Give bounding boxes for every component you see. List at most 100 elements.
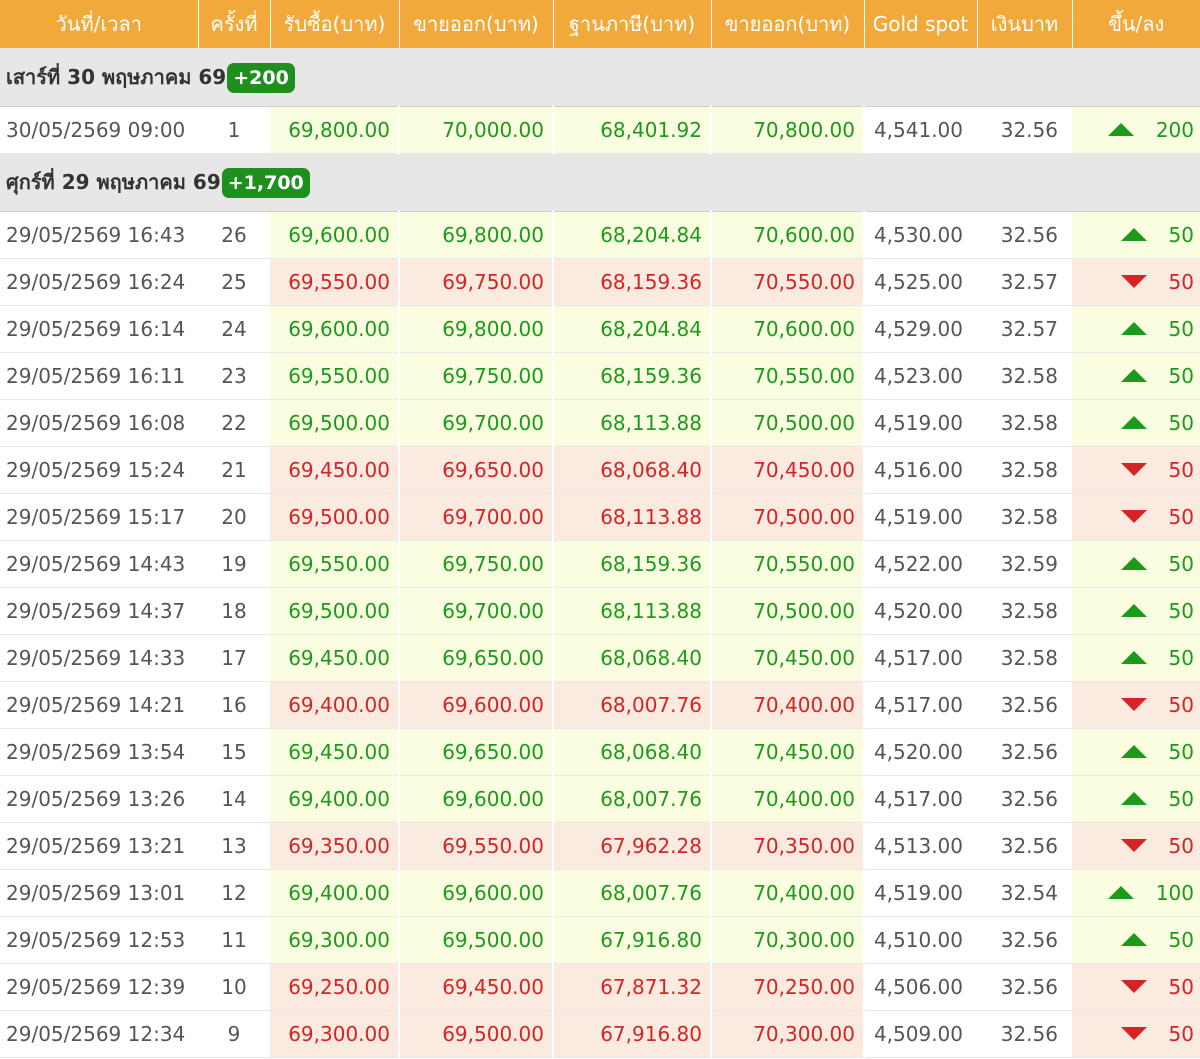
datetime-cell: 29/05/2569 16:24 bbox=[0, 258, 198, 306]
change-value: 50 bbox=[1168, 786, 1194, 811]
change-value: 100 bbox=[1155, 880, 1194, 905]
tax-base-cell: 68,007.76 bbox=[553, 775, 712, 823]
tax-base-cell: 68,068.40 bbox=[553, 634, 712, 682]
change-cell: 50 bbox=[1072, 963, 1200, 1011]
day-group-row: เสาร์ที่ 30 พฤษภาคม 69 +200 bbox=[0, 48, 1200, 107]
table-row: 29/05/2569 16:24 25 69,550.00 69,750.00 68,1… bbox=[0, 258, 1200, 306]
header-thb[interactable]: เงินบาท bbox=[977, 0, 1073, 48]
datetime-cell: 29/05/2569 13:26 bbox=[0, 775, 198, 823]
table-row: 29/05/2569 12:39 10 69,250.00 69,450.00 67,8… bbox=[0, 963, 1200, 1011]
buy-price-cell: 69,350.00 bbox=[270, 822, 400, 870]
round-cell: 13 bbox=[198, 822, 270, 870]
tax-base-cell: 68,401.92 bbox=[553, 106, 712, 154]
gold-spot-cell: 4,530.00 bbox=[864, 211, 977, 259]
gold-spot-cell: 4,541.00 bbox=[864, 106, 977, 154]
header-change[interactable]: ขึ้น/ลง bbox=[1072, 0, 1200, 48]
header-sell[interactable]: ขายออก(บาท) bbox=[399, 0, 554, 48]
round-cell: 21 bbox=[198, 446, 270, 494]
gold-spot-cell: 4,520.00 bbox=[864, 587, 977, 635]
arrow-up-icon bbox=[1120, 603, 1147, 617]
tax-base-cell: 68,007.76 bbox=[553, 869, 712, 917]
datetime-cell: 29/05/2569 12:39 bbox=[0, 963, 198, 1011]
tax-base-cell: 68,159.36 bbox=[553, 352, 712, 400]
thb-rate-cell: 32.56 bbox=[977, 1010, 1072, 1058]
gold-price-history-table: วันที่/เวลา ครั้งที่ รับซื้อ(บาท) ขายออก… bbox=[0, 0, 1200, 1058]
round-cell: 17 bbox=[198, 634, 270, 682]
arrow-up-icon bbox=[1120, 368, 1147, 382]
change-value: 50 bbox=[1168, 269, 1194, 294]
gold-spot-cell: 4,517.00 bbox=[864, 681, 977, 729]
arrow-down-icon bbox=[1120, 979, 1147, 993]
sell-price-2-cell: 70,350.00 bbox=[711, 822, 865, 870]
day-group-cell: เสาร์ที่ 30 พฤษภาคม 69 +200 bbox=[0, 48, 1200, 107]
sell-price-2-cell: 70,550.00 bbox=[711, 352, 865, 400]
table-row: 29/05/2569 16:11 23 69,550.00 69,750.00 68,1… bbox=[0, 352, 1200, 400]
sell-price-cell: 69,550.00 bbox=[399, 822, 554, 870]
change-value: 50 bbox=[1168, 457, 1194, 482]
day-change-badge: +1,700 bbox=[221, 168, 310, 199]
change-cell: 50 bbox=[1072, 446, 1200, 494]
round-cell: 19 bbox=[198, 540, 270, 588]
gold-spot-cell: 4,520.00 bbox=[864, 728, 977, 776]
sell-price-cell: 69,600.00 bbox=[399, 681, 554, 729]
datetime-cell: 29/05/2569 13:54 bbox=[0, 728, 198, 776]
header-gold-spot[interactable]: Gold spot bbox=[864, 0, 978, 48]
tax-base-cell: 67,871.32 bbox=[553, 963, 712, 1011]
change-cell: 50 bbox=[1072, 399, 1200, 447]
change-cell: 50 bbox=[1072, 587, 1200, 635]
gold-spot-cell: 4,509.00 bbox=[864, 1010, 977, 1058]
round-cell: 26 bbox=[198, 211, 270, 259]
sell-price-cell: 69,650.00 bbox=[399, 634, 554, 682]
buy-price-cell: 69,600.00 bbox=[270, 211, 400, 259]
gold-spot-cell: 4,519.00 bbox=[864, 399, 977, 447]
tax-base-cell: 67,916.80 bbox=[553, 916, 712, 964]
tax-base-cell: 68,159.36 bbox=[553, 540, 712, 588]
gold-spot-cell: 4,519.00 bbox=[864, 869, 977, 917]
datetime-cell: 29/05/2569 12:53 bbox=[0, 916, 198, 964]
round-cell: 10 bbox=[198, 963, 270, 1011]
sell-price-2-cell: 70,450.00 bbox=[711, 728, 865, 776]
datetime-cell: 29/05/2569 13:01 bbox=[0, 869, 198, 917]
round-cell: 24 bbox=[198, 305, 270, 353]
sell-price-cell: 69,700.00 bbox=[399, 493, 554, 541]
datetime-cell: 29/05/2569 16:43 bbox=[0, 211, 198, 259]
header-sell-2[interactable]: ขายออก(บาท) bbox=[711, 0, 865, 48]
thb-rate-cell: 32.58 bbox=[977, 493, 1072, 541]
datetime-cell: 29/05/2569 14:33 bbox=[0, 634, 198, 682]
header-row: วันที่/เวลา ครั้งที่ รับซื้อ(บาท) ขายออก… bbox=[0, 0, 1200, 48]
sell-price-2-cell: 70,300.00 bbox=[711, 916, 865, 964]
tax-base-cell: 68,113.88 bbox=[553, 587, 712, 635]
header-datetime[interactable]: วันที่/เวลา bbox=[0, 0, 199, 48]
thb-rate-cell: 32.58 bbox=[977, 587, 1072, 635]
sell-price-cell: 69,750.00 bbox=[399, 540, 554, 588]
buy-price-cell: 69,450.00 bbox=[270, 446, 400, 494]
gold-spot-cell: 4,517.00 bbox=[864, 775, 977, 823]
sell-price-2-cell: 70,500.00 bbox=[711, 399, 865, 447]
thb-rate-cell: 32.57 bbox=[977, 258, 1072, 306]
tax-base-cell: 68,204.84 bbox=[553, 305, 712, 353]
arrow-up-icon bbox=[1120, 556, 1147, 570]
change-value: 50 bbox=[1168, 410, 1194, 435]
gold-spot-cell: 4,513.00 bbox=[864, 822, 977, 870]
header-buy[interactable]: รับซื้อ(บาท) bbox=[270, 0, 400, 48]
sell-price-cell: 69,500.00 bbox=[399, 1010, 554, 1058]
table-row: 29/05/2569 13:21 13 69,350.00 69,550.00 67,9… bbox=[0, 822, 1200, 870]
thb-rate-cell: 32.58 bbox=[977, 634, 1072, 682]
change-value: 50 bbox=[1168, 927, 1194, 952]
change-value: 50 bbox=[1168, 222, 1194, 247]
sell-price-cell: 69,750.00 bbox=[399, 352, 554, 400]
buy-price-cell: 69,450.00 bbox=[270, 728, 400, 776]
round-cell: 1 bbox=[198, 106, 270, 154]
gold-spot-cell: 4,510.00 bbox=[864, 916, 977, 964]
arrow-up-icon bbox=[1107, 122, 1134, 136]
gold-spot-cell: 4,522.00 bbox=[864, 540, 977, 588]
datetime-cell: 29/05/2569 16:11 bbox=[0, 352, 198, 400]
table-row: 29/05/2569 14:33 17 69,450.00 69,650.00 68,0… bbox=[0, 634, 1200, 682]
header-tax-base[interactable]: ฐานภาษี(บาท) bbox=[553, 0, 712, 48]
gold-spot-cell: 4,525.00 bbox=[864, 258, 977, 306]
gold-spot-cell: 4,506.00 bbox=[864, 963, 977, 1011]
sell-price-cell: 69,700.00 bbox=[399, 587, 554, 635]
arrow-down-icon bbox=[1120, 838, 1147, 852]
header-round[interactable]: ครั้งที่ bbox=[198, 0, 271, 48]
buy-price-cell: 69,600.00 bbox=[270, 305, 400, 353]
